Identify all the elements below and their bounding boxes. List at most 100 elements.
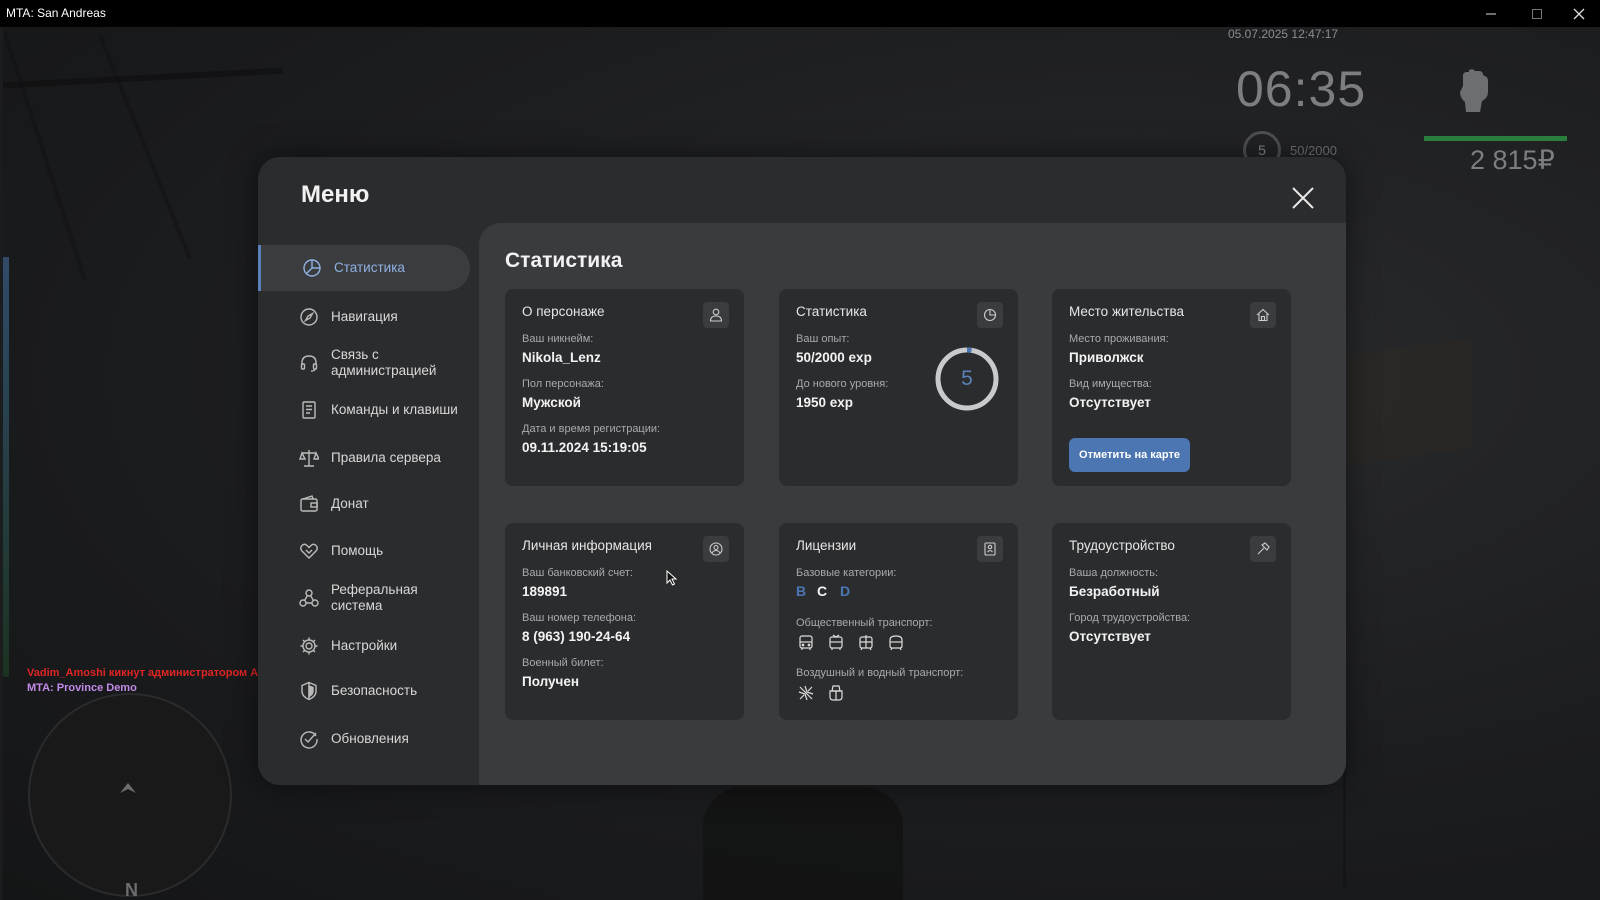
handshake-icon [298,540,320,562]
maximize-icon [1532,8,1542,19]
hud-health-bar [1424,136,1567,141]
nickname-value: Nikola_Lenz [522,350,601,365]
sidebar-item-security[interactable]: Безопасность [258,677,470,705]
metro-icon [886,633,906,653]
wallet-icon [298,493,320,515]
sidebar-item-updates[interactable]: Обновления [258,725,470,753]
bus-icon [796,633,816,653]
hammer-icon [1250,536,1276,562]
base-categories-label: Базовые категории: [796,567,897,579]
sidebar-item-label: Настройки [331,638,398,653]
exp-label: Ваш опыт: [796,333,850,345]
sidebar-item-statistics[interactable]: Статистика [258,245,470,291]
card-title: Место жительства [1069,304,1184,319]
license-icon [977,536,1003,562]
nickname-label: Ваш никнейм: [522,333,594,345]
pie-chart-icon [301,257,323,279]
next-level-value: 1950 exp [796,395,854,410]
residence-label: Место проживания: [1069,333,1169,345]
pie-chart-icon [977,302,1003,328]
minimize-button[interactable] [1468,0,1514,27]
check-circle-icon [298,728,320,750]
player-arrow-icon [118,779,138,800]
card-title: Трудоустройство [1069,538,1175,553]
card-title: Лицензии [796,538,857,553]
mouse-cursor-icon [666,569,678,591]
card-personal-info: Личная информация Ваш банковский счет: 1… [505,523,744,720]
minimap-north: N [125,880,138,900]
phone-label: Ваш номер телефона: [522,612,637,624]
air-water-transport-label: Воздушный и водный транспорт: [796,667,964,679]
fist-icon [1455,68,1491,119]
mark-on-map-button[interactable]: Отметить на карте [1069,438,1190,472]
military-id-value: Получен [522,674,580,689]
card-title: Статистика [796,304,867,319]
bank-account-label: Ваш банковский счет: [522,567,633,579]
sidebar-item-label: Безопасность [331,683,418,698]
card-licenses: Лицензии Базовые категории: B C D Общест… [779,523,1018,720]
window-titlebar: MTA: San Andreas [0,0,1600,27]
phone-value: 8 (963) 190-24-64 [522,629,631,644]
maximize-button[interactable] [1514,0,1560,27]
job-city-value: Отсутствует [1069,629,1151,644]
plane-icon [796,683,816,703]
window-close-button[interactable] [1558,0,1600,27]
chat-line: MTA: Province Demo [27,682,137,694]
sidebar-item-navigation[interactable]: Навигация [258,303,470,331]
hud-clock: 06:35 [1236,61,1367,117]
page-title: Статистика [505,249,623,272]
window-title: MTA: San Andreas [6,6,106,20]
job-city-label: Город трудоустройства: [1069,612,1191,624]
sidebar-item-label: Команды и клавиши [331,402,458,417]
sidebar-item-label: Донат [331,496,369,511]
card-title: О персонаже [522,304,605,319]
property-value: Отсутствует [1069,395,1151,410]
property-label: Вид имущества: [1069,378,1152,390]
document-icon [298,399,320,421]
content-panel: Статистика О персонаже Ваш никнейм: Niko… [479,223,1346,785]
sidebar-item-label: Навигация [331,309,398,324]
menu-title: Меню [301,181,370,208]
sidebar-item-settings[interactable]: Настройки [258,632,470,660]
hud-datetime: 05.07.2025 12:47:17 [1228,27,1339,41]
sidebar-item-donate[interactable]: Донат [258,490,470,518]
sidebar-item-label: Помощь [331,543,384,558]
public-transport-icons [796,633,906,653]
menu-close-button[interactable] [1289,184,1317,212]
bank-account-value: 189891 [522,584,568,599]
public-transport-label: Общественный транспорт: [796,617,933,629]
compass-icon [298,306,320,328]
card-character: О персонаже Ваш никнейм: Nikola_Lenz Пол… [505,289,744,486]
minimize-icon [1486,13,1496,14]
card-employment: Трудоустройство Ваша должность: Безработ… [1052,523,1291,720]
hud-money: 2 815₽ [1470,145,1555,175]
sidebar-item-label: Связь с администрацией [331,347,437,378]
license-category-b: B [796,583,807,599]
sidebar-item-label: Реферальная система [331,582,418,613]
hud-exp: 50/2000 [1290,143,1337,158]
sidebar-item-rules[interactable]: Правила сервера [258,444,470,472]
sidebar-item-commands[interactable]: Команды и клавиши [258,396,470,424]
air-water-transport-icons [796,683,846,703]
user-circle-icon [703,536,729,562]
sidebar-item-help[interactable]: Помощь [258,537,470,565]
military-id-label: Военный билет: [522,657,604,669]
next-level-label: До нового уровня: [796,378,889,390]
sidebar-item-admin-contact[interactable]: Связь с администрацией [258,345,470,381]
network-icon [298,587,320,609]
boat-icon [826,683,846,703]
card-residence: Место жительства Место проживания: Приво… [1052,289,1291,486]
sidebar-item-label: Статистика [334,260,405,275]
registration-value: 09.11.2024 15:19:05 [522,440,647,455]
house-icon [1250,302,1276,328]
close-icon [1292,187,1314,209]
gender-value: Мужской [522,395,581,410]
sidebar-item-label: Обновления [331,731,409,746]
sidebar-item-referral[interactable]: Реферальная система [258,580,470,616]
trolleybus-icon [826,633,846,653]
residence-value: Приволжск [1069,350,1144,365]
card-title: Личная информация [522,538,652,553]
job-position-value: Безработный [1069,584,1160,599]
scales-icon [298,447,320,469]
user-icon [703,302,729,328]
